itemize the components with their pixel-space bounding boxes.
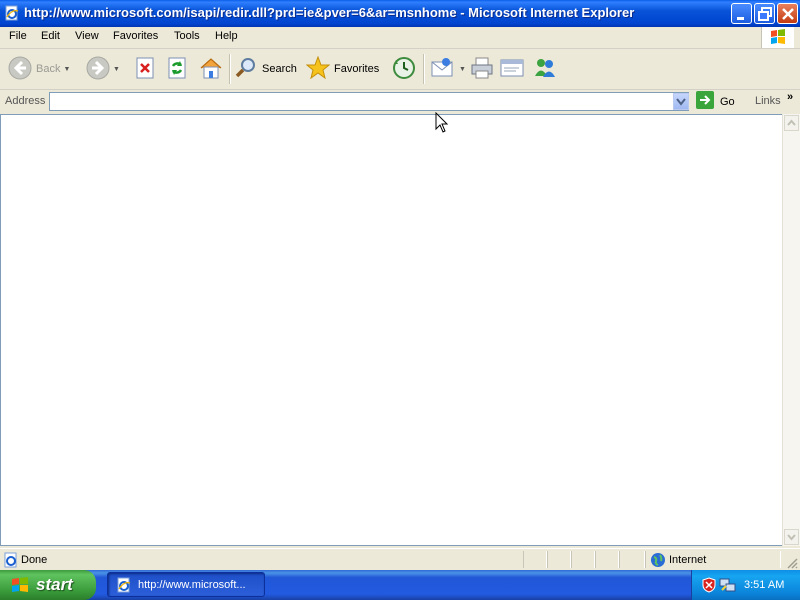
edit-document-icon (499, 56, 525, 83)
toolbar-separator (423, 54, 425, 84)
status-pane (571, 551, 595, 568)
scroll-up-arrow-icon[interactable] (784, 115, 799, 131)
stop-icon (135, 56, 157, 83)
stop-button[interactable] (135, 53, 157, 85)
taskbar-window-label: http://www.microsoft... (138, 578, 246, 591)
security-shield-icon[interactable] (701, 577, 717, 596)
search-button[interactable]: Search (234, 53, 297, 85)
favorites-star-icon (305, 55, 331, 83)
back-label: Back (36, 63, 61, 75)
favorites-button[interactable]: Favorites (305, 53, 380, 85)
menu-bar: File Edit View Favorites Tools Help (0, 27, 800, 49)
edit-button[interactable] (499, 53, 525, 85)
status-text: Done (21, 554, 48, 566)
start-label: start (36, 575, 73, 594)
go-button[interactable]: Go (696, 91, 735, 112)
mouse-cursor-icon (435, 111, 449, 134)
windows-start-logo-icon (10, 575, 30, 595)
minimize-button[interactable] (731, 3, 752, 24)
back-button[interactable]: Back ▼ (8, 53, 70, 85)
mail-icon (430, 56, 456, 83)
status-pane (547, 551, 571, 568)
security-zone-text: Internet (669, 554, 707, 566)
forward-arrow-icon (86, 56, 110, 83)
standard-toolbar: Back ▼ ▼ Search Favorites ▼ (0, 49, 800, 90)
menu-file[interactable]: File (9, 30, 27, 42)
status-pane (595, 551, 619, 568)
internet-globe-icon (650, 552, 666, 571)
ie-task-icon (116, 577, 132, 593)
status-pane (523, 551, 547, 568)
links-chevron-icon[interactable]: » (787, 91, 793, 103)
back-arrow-icon (8, 56, 32, 83)
home-icon (198, 56, 224, 83)
search-icon (234, 56, 258, 83)
page-status-icon (3, 552, 19, 571)
menu-tools[interactable]: Tools (174, 30, 200, 42)
forward-dropdown-icon[interactable]: ▼ (113, 66, 120, 73)
address-label: Address (5, 95, 46, 107)
taskbar-window-button[interactable]: http://www.microsoft... (107, 572, 265, 597)
status-pane (619, 551, 645, 568)
menu-favorites[interactable]: Favorites (113, 30, 158, 42)
page-content-area[interactable] (0, 114, 782, 546)
address-bar: Address Go Links » (0, 90, 800, 113)
clock[interactable]: 3:51 AM (744, 579, 784, 591)
refresh-icon (167, 56, 189, 83)
links-label[interactable]: Links (755, 95, 781, 107)
menu-help[interactable]: Help (215, 30, 238, 42)
print-button[interactable] (469, 53, 495, 85)
windows-logo-icon (761, 27, 794, 48)
mail-dropdown-icon[interactable]: ▼ (459, 66, 466, 73)
window-title: http://www.microsoft.com/isapi/redir.dll… (24, 5, 635, 20)
messenger-icon (532, 56, 558, 83)
menu-view[interactable]: View (75, 30, 99, 42)
start-button[interactable]: start (0, 570, 96, 600)
messenger-button[interactable] (532, 53, 558, 85)
go-arrow-icon (696, 91, 714, 112)
network-icon[interactable] (719, 577, 737, 596)
home-button[interactable] (198, 53, 224, 85)
menu-edit[interactable]: Edit (41, 30, 60, 42)
toolbar-separator (229, 54, 231, 84)
scroll-down-arrow-icon[interactable] (784, 529, 799, 545)
go-label: Go (720, 95, 735, 108)
forward-button[interactable]: ▼ (86, 53, 120, 85)
mail-button[interactable]: ▼ (430, 53, 466, 85)
refresh-button[interactable] (167, 53, 189, 85)
restore-button[interactable] (754, 3, 775, 24)
address-dropdown-button[interactable] (673, 93, 689, 110)
ie-page-icon[interactable] (4, 5, 20, 21)
history-icon (391, 56, 417, 83)
close-button[interactable] (777, 3, 798, 24)
history-button[interactable] (391, 53, 417, 85)
printer-icon (469, 56, 495, 83)
back-dropdown-icon[interactable]: ▼ (63, 66, 70, 73)
search-label: Search (262, 63, 297, 75)
title-bar[interactable]: http://www.microsoft.com/isapi/redir.dll… (0, 0, 800, 27)
taskbar: start http://www.microsoft... 3:51 AM (0, 570, 800, 600)
system-tray: 3:51 AM (691, 570, 800, 600)
address-input[interactable] (49, 92, 689, 111)
vertical-scrollbar[interactable] (782, 114, 800, 546)
favorites-label: Favorites (334, 63, 380, 75)
status-bar: Done Internet (0, 548, 800, 571)
